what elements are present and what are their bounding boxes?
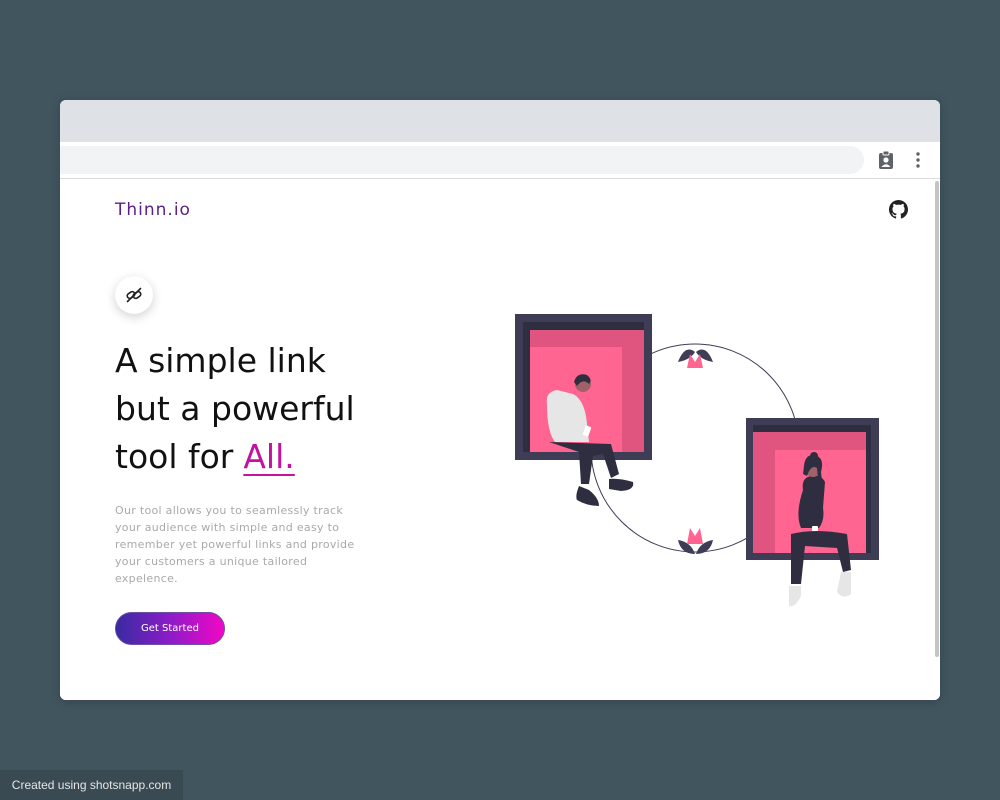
address-bar[interactable] (60, 146, 864, 174)
browser-window: Thinn.io A simple link but a powerful tool… (60, 100, 940, 700)
flower-top (678, 349, 713, 368)
brand-logo[interactable]: Thinn.io (115, 200, 191, 220)
clipboard-user-icon[interactable] (876, 150, 896, 170)
hero-illustration (515, 314, 879, 607)
page-viewport: Thinn.io A simple link but a powerful tool… (60, 179, 940, 700)
link-badge (115, 276, 153, 314)
kebab-menu-icon[interactable] (910, 150, 926, 170)
scrollbar[interactable] (935, 181, 939, 657)
watermark-label: Created using shotsnapp.com (0, 770, 183, 800)
link-icon (126, 287, 142, 303)
get-started-button[interactable]: Get Started (115, 612, 225, 645)
browser-tab-bar (60, 100, 940, 142)
browser-toolbar (60, 142, 940, 179)
headline-line-3: tool for (115, 437, 234, 476)
headline-accent: All. (243, 437, 295, 476)
hero-headline: A simple link but a powerful tool for All. (115, 337, 435, 481)
github-icon[interactable] (889, 200, 908, 219)
flower-bottom (678, 528, 713, 554)
hero-description: Our tool allows you to seamlessly track … (115, 504, 355, 585)
headline-line-2: but a powerful (115, 389, 355, 428)
headline-line-1: A simple link (115, 341, 326, 380)
